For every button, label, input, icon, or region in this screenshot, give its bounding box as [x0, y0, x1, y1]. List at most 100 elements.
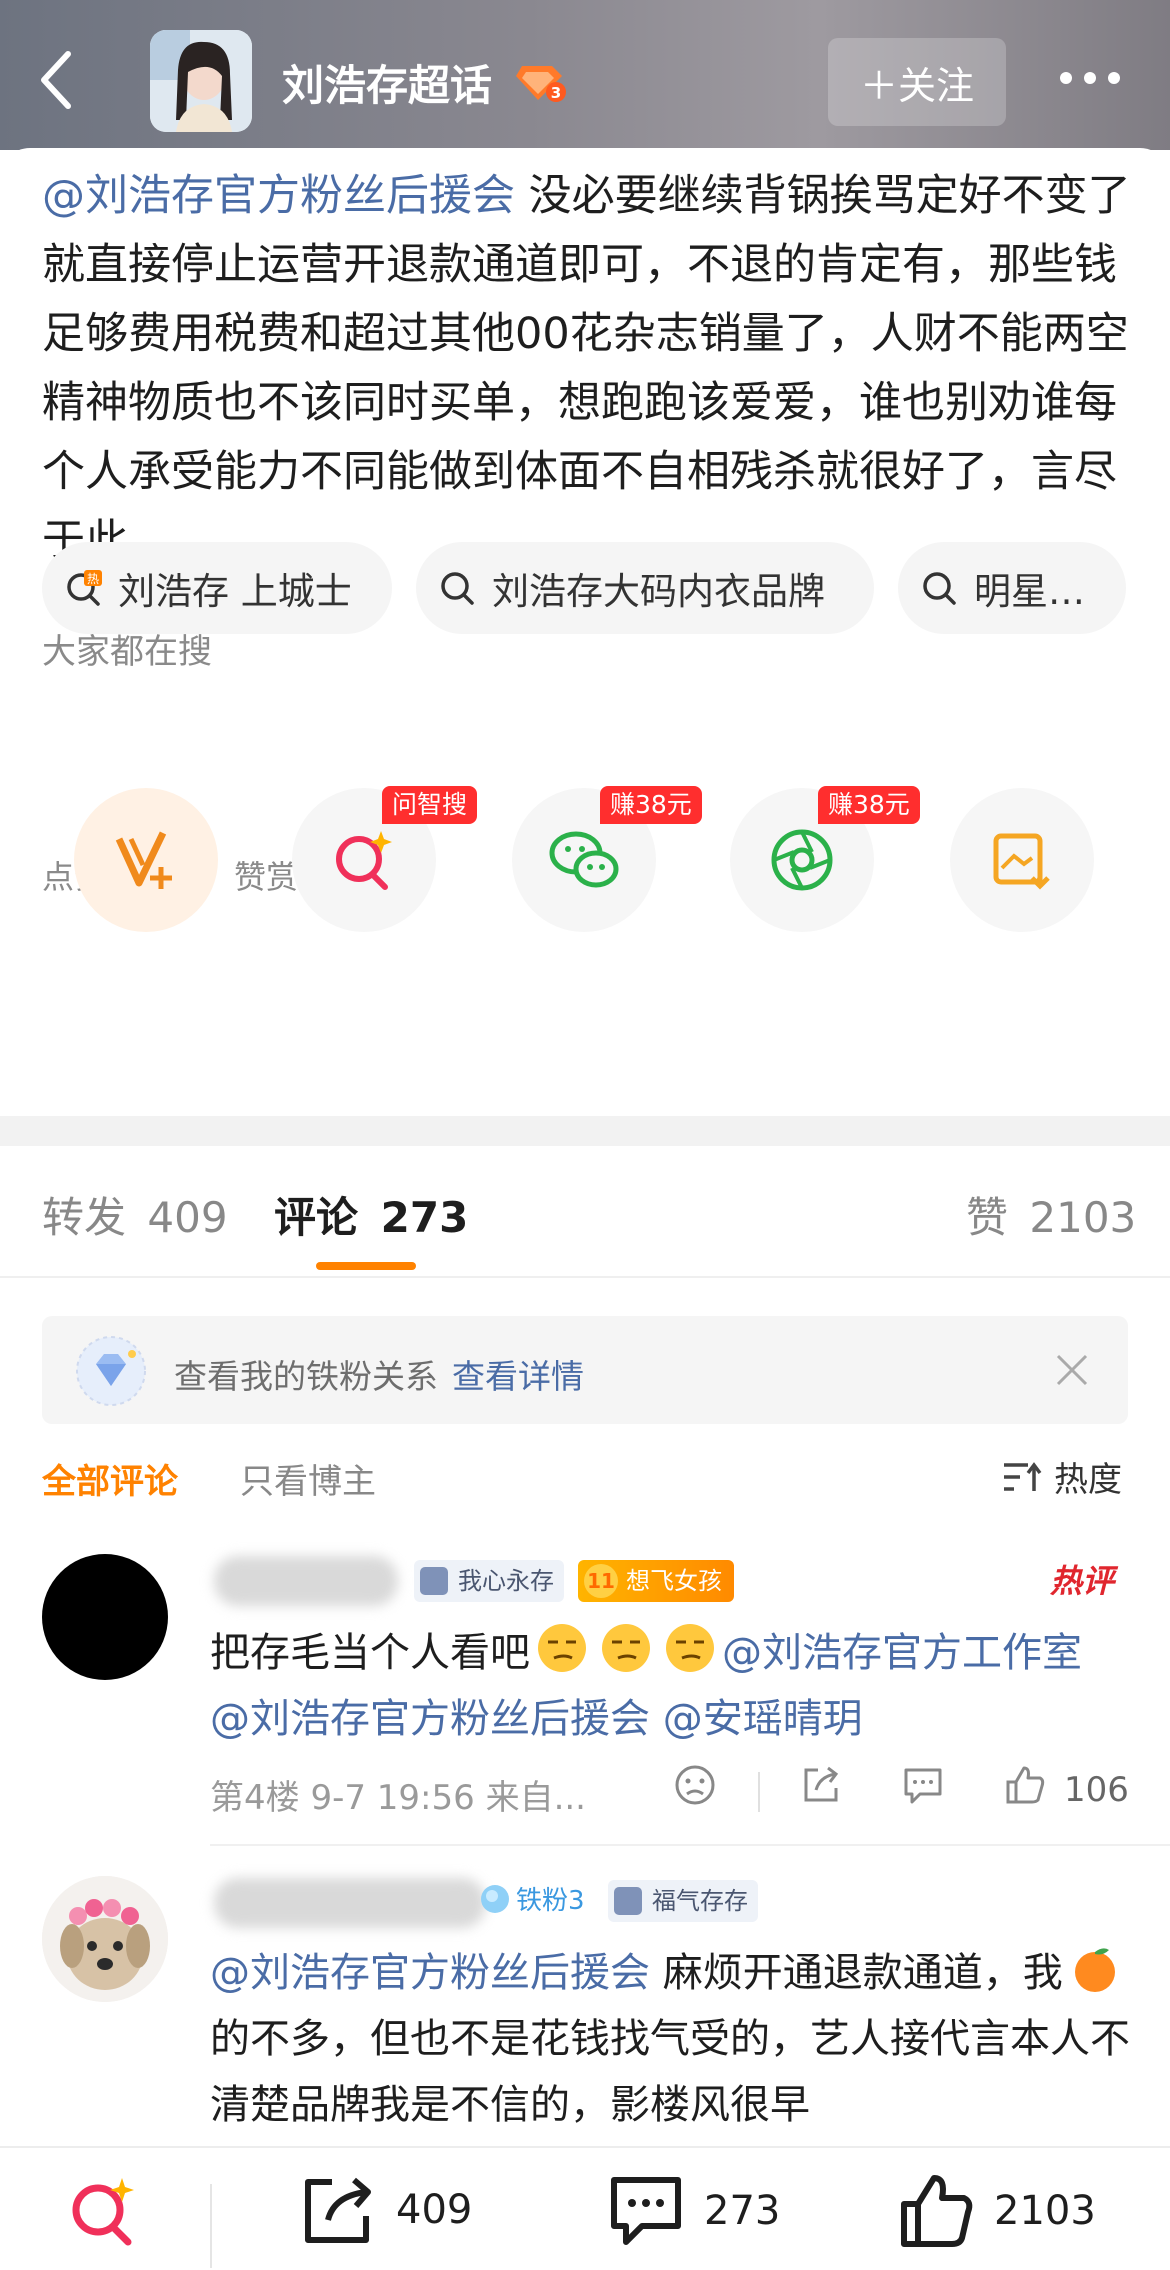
ai-search-icon [72, 2178, 134, 2246]
comment-text: 把存毛当个人看吧 @刘浩存官方工作室 @刘浩存官方粉丝后援会 @安瑶晴玥 [210, 1620, 1130, 1752]
like-button[interactable] [1004, 1764, 1046, 1806]
thumbs-up-icon [901, 2175, 973, 2247]
sort-icon [1004, 1461, 1042, 1491]
smirk-emoji-icon [538, 1624, 586, 1672]
blurred-username[interactable] [214, 1878, 486, 1928]
earn-tag: 赚38元 [818, 786, 920, 824]
like-button[interactable]: 2103 [898, 2172, 1096, 2250]
save-image-button[interactable] [950, 788, 1094, 932]
blurred-username[interactable] [214, 1556, 398, 1606]
reply-button[interactable] [902, 1764, 944, 1806]
comment-text: @刘浩存官方粉丝后援会 麻烦开通退款通道，我的不多，但也不是花钱找气受的，艺人接… [210, 1940, 1130, 2138]
banner-message: 查看我的铁粉关系 查看详情 [174, 1350, 584, 1398]
follow-button[interactable]: ＋关注 [828, 38, 1006, 126]
divider [210, 2184, 212, 2268]
tabs-divider [0, 1276, 1170, 1278]
moments-icon [771, 829, 833, 891]
tab-likes-label: 赞 [966, 1193, 1009, 1242]
ask-search-tag: 问智搜 [382, 786, 478, 824]
repost-comment-button[interactable] [800, 1764, 842, 1806]
comment-text-part: 把存毛当个人看吧 [210, 1630, 530, 1676]
filter-owner-only[interactable]: 只看博主 [240, 1454, 376, 1503]
like-count: 2103 [994, 2188, 1096, 2234]
comment-button[interactable]: 273 [606, 2172, 780, 2250]
tab-repost-count: 409 [147, 1193, 228, 1242]
dislike-button[interactable] [674, 1764, 716, 1806]
badge-label: 铁粉3 [516, 1886, 585, 1916]
hot-search-icon: 热 [67, 570, 102, 606]
fan-badge[interactable]: 福气存存 [608, 1880, 758, 1922]
ai-search-icon [336, 831, 392, 890]
iron-fan-icon [481, 1884, 509, 1913]
banner-link[interactable]: 查看详情 [452, 1357, 584, 1396]
tab-comments-count: 273 [380, 1193, 469, 1242]
comment-separator [210, 1844, 1170, 1846]
tab-comments[interactable]: 评论 273 [274, 1184, 468, 1245]
search-chip-label: 刘浩存大码内衣品牌 [492, 570, 825, 613]
search-chip-hot[interactable]: 热 刘浩存 上城士 [42, 542, 392, 634]
save-image-icon [993, 833, 1050, 890]
earn-tag: 赚38元 [600, 786, 702, 824]
search-icon [441, 572, 474, 605]
bottom-action-bar: 409 273 2103 [0, 2146, 1170, 2270]
badge-label: 想飞女孩 [626, 1567, 722, 1595]
repost-count: 409 [396, 2187, 473, 2233]
avatar[interactable] [42, 1554, 168, 1680]
badge-label: 我心永存 [458, 1567, 554, 1595]
search-chip[interactable]: 明星… [898, 542, 1126, 634]
level-badge[interactable]: 11 想飞女孩 [578, 1560, 734, 1602]
more-icon[interactable] [1056, 66, 1124, 90]
like-count: 106 [1064, 1770, 1129, 1810]
comment-icon [904, 1768, 942, 1804]
tab-comments-label: 评论 [274, 1193, 359, 1242]
dislike-face-icon [675, 1765, 715, 1805]
supertopic-avatar[interactable] [150, 30, 252, 132]
comment-icon [611, 2177, 681, 2245]
ai-search-button[interactable] [66, 2172, 142, 2248]
badge-label: 福气存存 [652, 1887, 748, 1915]
smirk-emoji-icon [666, 1624, 714, 1672]
svg-text:热: 热 [87, 572, 99, 586]
sort-label: 热度 [1054, 1460, 1122, 1500]
avatar[interactable] [42, 1876, 168, 2002]
repost-icon [305, 2177, 371, 2243]
filter-all-comments[interactable]: 全部评论 [42, 1454, 178, 1503]
tab-repost[interactable]: 转发 409 [42, 1184, 228, 1245]
comment-meta: 第4楼 9-7 19:56 来自... [210, 1778, 586, 1818]
reward-v-icon [115, 831, 172, 889]
search-chip[interactable]: 刘浩存大码内衣品牌 [416, 542, 874, 634]
banner-text: 查看我的铁粉关系 [174, 1357, 438, 1396]
smirk-emoji-icon [602, 1624, 650, 1672]
close-icon[interactable] [1054, 1352, 1090, 1388]
comment-text-part: 的不多，但也不是花钱找气受的，艺人接代言本人不清楚品牌我是不信的，影楼风很早 [210, 2016, 1130, 2128]
comment-text-part: 麻烦开通退款通道，我 [650, 1950, 1063, 1996]
iron-fan-badge[interactable]: 铁粉3 [478, 1880, 585, 1917]
thumbs-up-icon [1006, 1766, 1045, 1804]
hot-comment-badge: 热评 [1050, 1562, 1115, 1600]
iron-fan-banner[interactable]: 查看我的铁粉关系 查看详情 [42, 1316, 1128, 1424]
search-icon [923, 572, 956, 605]
level-badge-icon: 3 [516, 58, 568, 104]
repost-button[interactable]: 409 [300, 2172, 472, 2248]
comment-count: 273 [704, 2188, 781, 2234]
svg-text:3: 3 [551, 84, 561, 102]
diamond-icon [74, 1334, 148, 1408]
badge-level-number: 11 [584, 1564, 618, 1598]
post-mention-link[interactable]: @刘浩存官方粉丝后援会 [42, 171, 515, 221]
tab-likes[interactable]: 赞 2103 [966, 1184, 1136, 1245]
post-body: @刘浩存官方粉丝后援会 没必要继续背锅挨骂定好不变了就直接停止运营开退款通道即可… [42, 162, 1132, 576]
tab-repost-label: 转发 [42, 1193, 127, 1242]
section-divider [0, 1116, 1170, 1146]
search-chip-label: 刘浩存 上城士 [118, 570, 352, 613]
reward-button[interactable] [74, 788, 218, 932]
divider [758, 1772, 760, 1812]
fan-badge[interactable]: 我心永存 [414, 1560, 564, 1602]
orange-emoji-icon [1074, 1948, 1115, 1992]
search-chip-label: 明星… [974, 570, 1085, 613]
check-icon [420, 1567, 448, 1595]
sort-button[interactable]: 热度 [1002, 1452, 1122, 1501]
check-icon [614, 1887, 642, 1915]
comment-mention[interactable]: @刘浩存官方粉丝后援会 [210, 1950, 650, 1996]
tab-likes-count: 2103 [1029, 1193, 1137, 1242]
back-arrow-icon[interactable] [28, 44, 84, 116]
